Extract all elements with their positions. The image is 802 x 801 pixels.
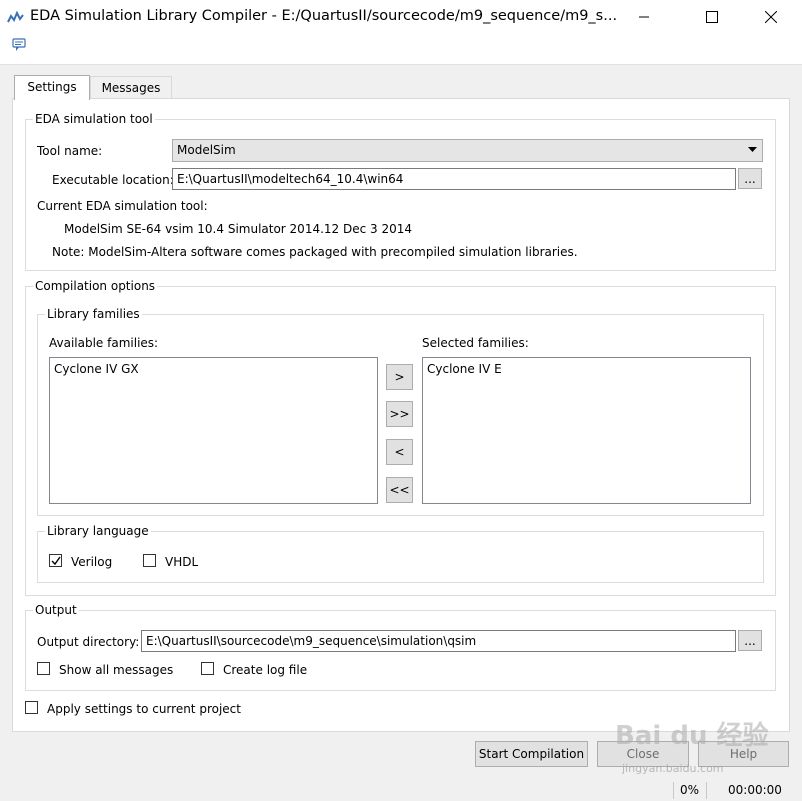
list-item[interactable]: Cyclone IV E — [427, 362, 502, 376]
watermark-url: jingyan.baidu.com — [622, 762, 724, 775]
create-log-file-label: Create log file — [223, 663, 308, 677]
verilog-checkbox[interactable] — [49, 554, 62, 567]
watermark-logo: Bai du 经验 — [615, 721, 769, 751]
vhdl-label: VHDL — [165, 555, 199, 569]
tab-messages[interactable]: Messages — [90, 76, 172, 99]
add-family-button[interactable]: > — [386, 364, 413, 390]
vhdl-checkbox[interactable] — [143, 554, 156, 567]
window-title: EDA Simulation Library Compiler - E:/Qua… — [30, 8, 618, 24]
tool-name-select[interactable]: ModelSim — [172, 139, 763, 162]
app-icon — [7, 10, 24, 23]
selected-families-label: Selected families: — [422, 336, 529, 350]
output-directory-label: Output directory: — [37, 635, 140, 649]
available-families-list[interactable]: Cyclone IV GX — [49, 357, 378, 504]
maximize-button[interactable] — [689, 0, 735, 34]
executable-location-label: Executable location: — [52, 173, 174, 187]
verilog-label: Verilog — [71, 555, 113, 569]
start-compilation-button[interactable]: Start Compilation — [475, 741, 588, 767]
current-tool-label: Current EDA simulation tool: — [37, 199, 208, 213]
eda-tool-group-label: EDA simulation tool — [33, 112, 155, 126]
checkmark-icon — [51, 556, 61, 566]
library-language-label: Library language — [45, 524, 151, 538]
executable-location-input[interactable]: E:\QuartusII\modeltech64_10.4\win64 — [172, 168, 736, 190]
status-divider — [706, 782, 707, 799]
messages-icon[interactable] — [12, 38, 26, 52]
show-all-messages-checkbox[interactable] — [37, 662, 50, 675]
toolbar — [0, 34, 802, 65]
status-divider — [673, 782, 674, 799]
chevron-down-icon — [748, 147, 757, 152]
tool-name-label: Tool name: — [37, 144, 103, 158]
compilation-options-label: Compilation options — [33, 279, 158, 293]
minimize-button[interactable] — [621, 0, 667, 34]
add-all-families-button[interactable]: >> — [386, 401, 413, 427]
close-window-button[interactable] — [748, 0, 794, 34]
available-families-label: Available families: — [49, 336, 159, 350]
show-all-messages-label: Show all messages — [59, 663, 174, 677]
remove-all-families-button[interactable]: << — [386, 477, 413, 503]
tab-settings[interactable]: Settings — [14, 75, 90, 100]
library-families-label: Library families — [45, 307, 142, 321]
output-directory-input[interactable]: E:\QuartusII\sourcecode\m9_sequence\simu… — [141, 630, 736, 652]
current-tool-value: ModelSim SE-64 vsim 10.4 Simulator 2014.… — [64, 222, 413, 236]
status-bar: 0% 00:00:00 — [0, 780, 802, 801]
elapsed-time: 00:00:00 — [728, 783, 782, 797]
output-group-label: Output — [33, 603, 79, 617]
precompiled-note: Note: ModelSim-Altera software comes pac… — [52, 245, 578, 259]
create-log-file-checkbox[interactable] — [201, 662, 214, 675]
apply-settings-checkbox[interactable] — [25, 701, 38, 714]
title-bar: EDA Simulation Library Compiler - E:/Qua… — [0, 0, 802, 34]
progress-percent: 0% — [680, 783, 700, 797]
list-item[interactable]: Cyclone IV GX — [54, 362, 139, 376]
apply-settings-label: Apply settings to current project — [47, 702, 241, 716]
executable-browse-button[interactable]: ... — [738, 168, 762, 189]
output-browse-button[interactable]: ... — [738, 630, 762, 651]
remove-family-button[interactable]: < — [386, 439, 413, 465]
selected-families-list[interactable]: Cyclone IV E — [422, 357, 751, 504]
